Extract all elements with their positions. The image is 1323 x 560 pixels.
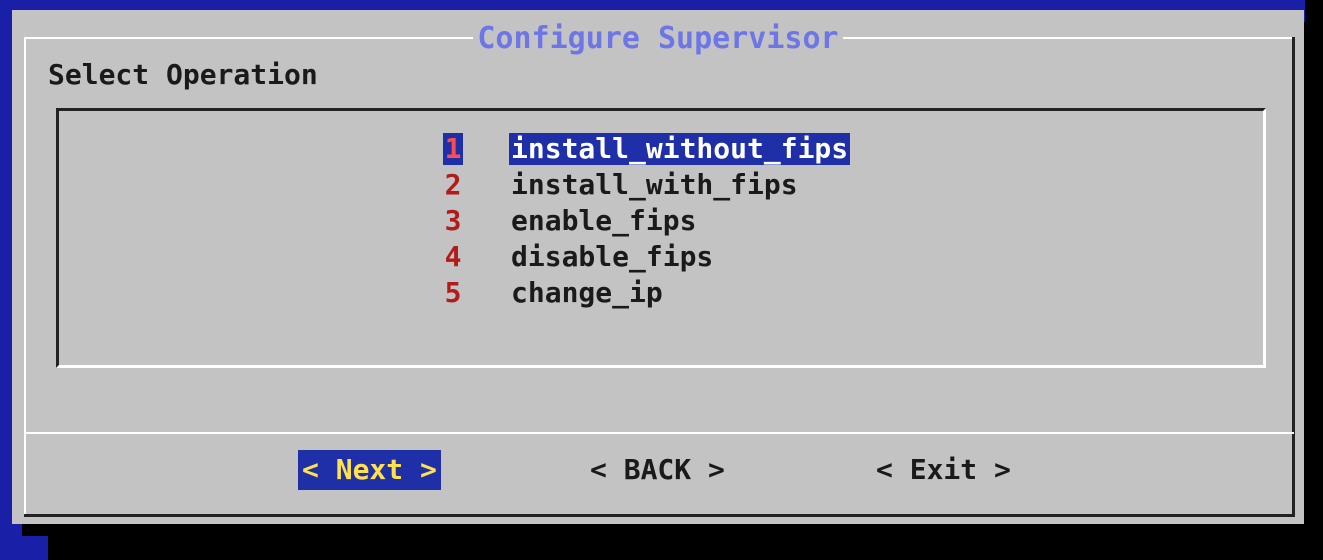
menu-item-label: disable_fips — [511, 240, 714, 273]
back-button[interactable]: < BACK > — [586, 450, 729, 490]
menu-item-install-without-fips[interactable]: 1 install_without_fips — [443, 131, 923, 167]
menu-item-enable-fips[interactable]: 3 enable_fips — [443, 203, 923, 239]
dialog-title-text: Configure Supervisor — [473, 21, 843, 56]
dialog-border-right — [1292, 37, 1295, 517]
dialog-border-left — [24, 37, 26, 515]
menu-list-box: 1 install_without_fips 2 install_with_fi… — [56, 108, 1266, 368]
menu-item-number: 3 — [444, 204, 462, 237]
screen-edge — [1305, 0, 1323, 560]
menu-item-change-ip[interactable]: 5 change_ip — [443, 275, 923, 311]
operation-menu: 1 install_without_fips 2 install_with_fi… — [443, 131, 923, 311]
configure-dialog: Configure Supervisor Select Operation 1 … — [12, 10, 1304, 524]
terminal-screen: Configure Supervisor Select Operation 1 … — [0, 0, 1323, 560]
menu-item-number: 1 — [443, 132, 463, 165]
menu-item-label: enable_fips — [511, 204, 697, 237]
dialog-prompt: Select Operation — [48, 58, 318, 91]
exit-button[interactable]: < Exit > — [872, 450, 1015, 490]
menu-item-label: install_without_fips — [509, 132, 851, 165]
menu-item-number: 4 — [444, 240, 462, 273]
next-button[interactable]: < Next > — [298, 450, 441, 490]
menu-item-label: change_ip — [511, 276, 663, 309]
dialog-border-bottom — [24, 514, 1294, 517]
dialog-title: Configure Supervisor — [12, 21, 1304, 56]
menu-item-install-with-fips[interactable]: 2 install_with_fips — [443, 167, 923, 203]
button-separator — [24, 432, 1294, 434]
menu-item-number: 2 — [444, 168, 462, 201]
menu-item-number: 5 — [444, 276, 462, 309]
menu-item-label: install_with_fips — [511, 168, 798, 201]
button-row: < Next > < BACK > < Exit > — [12, 450, 1304, 490]
screen-bottom-bar — [48, 527, 1323, 560]
menu-item-disable-fips[interactable]: 4 disable_fips — [443, 239, 923, 275]
